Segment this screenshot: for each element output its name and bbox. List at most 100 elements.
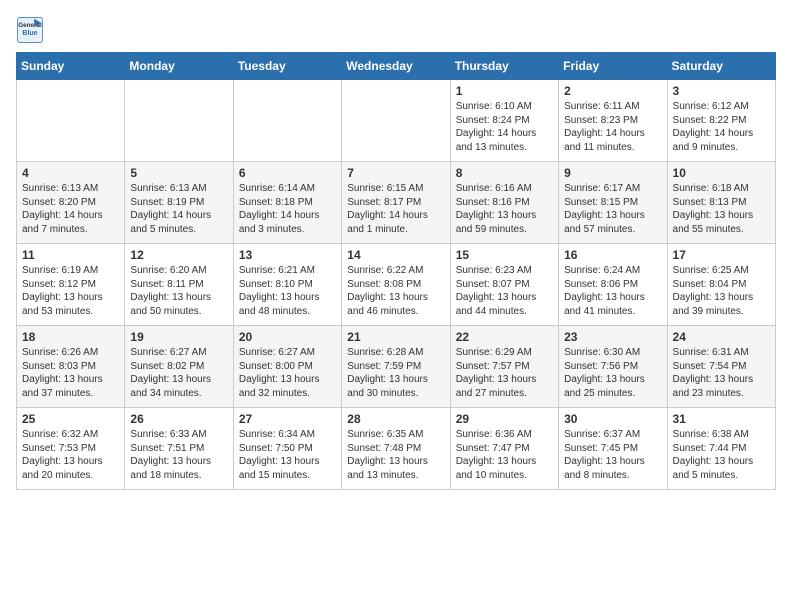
- day-number: 8: [456, 166, 553, 180]
- day-number: 14: [347, 248, 444, 262]
- day-cell: 13Sunrise: 6:21 AM Sunset: 8:10 PM Dayli…: [233, 244, 341, 326]
- day-info: Sunrise: 6:31 AM Sunset: 7:54 PM Dayligh…: [673, 346, 770, 400]
- day-number: 1: [456, 84, 553, 98]
- day-info: Sunrise: 6:27 AM Sunset: 8:00 PM Dayligh…: [239, 346, 336, 400]
- day-cell: 30Sunrise: 6:37 AM Sunset: 7:45 PM Dayli…: [559, 408, 667, 490]
- day-info: Sunrise: 6:18 AM Sunset: 8:13 PM Dayligh…: [673, 182, 770, 236]
- day-number: 6: [239, 166, 336, 180]
- day-cell: 31 Sunrise: 6:38 AM Sunset: 7:44 PM Dayli…: [667, 408, 775, 490]
- day-number: 16: [564, 248, 661, 262]
- header-cell-friday: Friday: [559, 53, 667, 80]
- day-info: Sunrise: 6:15 AM Sunset: 8:17 PM Dayligh…: [347, 182, 444, 236]
- day-number: 21: [347, 330, 444, 344]
- day-info: Sunrise: 6:23 AM Sunset: 8:07 PM Dayligh…: [456, 264, 553, 318]
- day-info: Sunrise: 6:20 AM Sunset: 8:11 PM Dayligh…: [130, 264, 227, 318]
- day-number: 3: [673, 84, 770, 98]
- header-cell-thursday: Thursday: [450, 53, 558, 80]
- day-info: Sunrise: 6:25 AM Sunset: 8:04 PM Dayligh…: [673, 264, 770, 318]
- week-row-2: 4 Sunrise: 6:13 AM Sunset: 8:20 PM Daylig…: [17, 162, 776, 244]
- day-info: Sunrise: 6:26 AM Sunset: 8:03 PM Dayligh…: [22, 346, 119, 400]
- header-cell-saturday: Saturday: [667, 53, 775, 80]
- day-info: Sunrise: 6:14 AM Sunset: 8:18 PM Dayligh…: [239, 182, 336, 236]
- day-number: 29: [456, 412, 553, 426]
- day-number: 18: [22, 330, 119, 344]
- day-info: Sunrise: 6:16 AM Sunset: 8:16 PM Dayligh…: [456, 182, 553, 236]
- day-cell: 4 Sunrise: 6:13 AM Sunset: 8:20 PM Daylig…: [17, 162, 125, 244]
- day-number: 25: [22, 412, 119, 426]
- day-info: Sunrise: 6:22 AM Sunset: 8:08 PM Dayligh…: [347, 264, 444, 318]
- day-number: 13: [239, 248, 336, 262]
- day-info: Sunrise: 6:27 AM Sunset: 8:02 PM Dayligh…: [130, 346, 227, 400]
- day-number: 9: [564, 166, 661, 180]
- calendar-table: SundayMondayTuesdayWednesdayThursdayFrid…: [16, 52, 776, 490]
- header-cell-sunday: Sunday: [17, 53, 125, 80]
- day-cell: 11 Sunrise: 6:19 AM Sunset: 8:12 PM Dayli…: [17, 244, 125, 326]
- day-info: Sunrise: 6:32 AM Sunset: 7:53 PM Dayligh…: [22, 428, 119, 482]
- day-cell: 16 Sunrise: 6:24 AM Sunset: 8:06 PM Dayli…: [559, 244, 667, 326]
- day-info: Sunrise: 6:30 AM Sunset: 7:56 PM Dayligh…: [564, 346, 661, 400]
- day-number: 10: [673, 166, 770, 180]
- day-cell: 22 Sunrise: 6:29 AM Sunset: 7:57 PM Dayli…: [450, 326, 558, 408]
- day-cell: 10 Sunrise: 6:18 AM Sunset: 8:13 PM Dayli…: [667, 162, 775, 244]
- day-number: 5: [130, 166, 227, 180]
- day-number: 15: [456, 248, 553, 262]
- day-info: Sunrise: 6:34 AM Sunset: 7:50 PM Dayligh…: [239, 428, 336, 482]
- day-cell: 27Sunrise: 6:34 AM Sunset: 7:50 PM Dayli…: [233, 408, 341, 490]
- day-number: 30: [564, 412, 661, 426]
- day-cell: 24Sunrise: 6:31 AM Sunset: 7:54 PM Dayli…: [667, 326, 775, 408]
- day-info: Sunrise: 6:10 AM Sunset: 8:24 PM Dayligh…: [456, 100, 553, 154]
- day-number: 11: [22, 248, 119, 262]
- day-cell: 3 Sunrise: 6:12 AM Sunset: 8:22 PM Daylig…: [667, 80, 775, 162]
- day-number: 4: [22, 166, 119, 180]
- day-cell: 2Sunrise: 6:11 AM Sunset: 8:23 PM Daylig…: [559, 80, 667, 162]
- day-number: 26: [130, 412, 227, 426]
- week-row-4: 18 Sunrise: 6:26 AM Sunset: 8:03 PM Dayli…: [17, 326, 776, 408]
- day-cell: 23 Sunrise: 6:30 AM Sunset: 7:56 PM Dayli…: [559, 326, 667, 408]
- day-info: Sunrise: 6:24 AM Sunset: 8:06 PM Dayligh…: [564, 264, 661, 318]
- day-number: 17: [673, 248, 770, 262]
- week-row-3: 11 Sunrise: 6:19 AM Sunset: 8:12 PM Dayli…: [17, 244, 776, 326]
- day-info: Sunrise: 6:13 AM Sunset: 8:20 PM Dayligh…: [22, 182, 119, 236]
- logo-icon: General Blue: [16, 16, 44, 44]
- header-cell-monday: Monday: [125, 53, 233, 80]
- day-cell: 17 Sunrise: 6:25 AM Sunset: 8:04 PM Dayli…: [667, 244, 775, 326]
- day-cell: 29 Sunrise: 6:36 AM Sunset: 7:47 PM Dayli…: [450, 408, 558, 490]
- week-row-1: 1 Sunrise: 6:10 AM Sunset: 8:24 PM Daylig…: [17, 80, 776, 162]
- day-number: 22: [456, 330, 553, 344]
- day-info: Sunrise: 6:19 AM Sunset: 8:12 PM Dayligh…: [22, 264, 119, 318]
- header-cell-tuesday: Tuesday: [233, 53, 341, 80]
- day-cell: [17, 80, 125, 162]
- day-number: 23: [564, 330, 661, 344]
- header-cell-wednesday: Wednesday: [342, 53, 450, 80]
- day-number: 31: [673, 412, 770, 426]
- day-info: Sunrise: 6:38 AM Sunset: 7:44 PM Dayligh…: [673, 428, 770, 482]
- day-cell: 25 Sunrise: 6:32 AM Sunset: 7:53 PM Dayli…: [17, 408, 125, 490]
- day-cell: 6 Sunrise: 6:14 AM Sunset: 8:18 PM Daylig…: [233, 162, 341, 244]
- week-row-5: 25 Sunrise: 6:32 AM Sunset: 7:53 PM Dayli…: [17, 408, 776, 490]
- day-number: 28: [347, 412, 444, 426]
- day-info: Sunrise: 6:35 AM Sunset: 7:48 PM Dayligh…: [347, 428, 444, 482]
- day-info: Sunrise: 6:29 AM Sunset: 7:57 PM Dayligh…: [456, 346, 553, 400]
- day-info: Sunrise: 6:12 AM Sunset: 8:22 PM Dayligh…: [673, 100, 770, 154]
- day-cell: 8 Sunrise: 6:16 AM Sunset: 8:16 PM Daylig…: [450, 162, 558, 244]
- day-cell: 7Sunrise: 6:15 AM Sunset: 8:17 PM Daylig…: [342, 162, 450, 244]
- day-info: Sunrise: 6:36 AM Sunset: 7:47 PM Dayligh…: [456, 428, 553, 482]
- day-cell: 20 Sunrise: 6:27 AM Sunset: 8:00 PM Dayli…: [233, 326, 341, 408]
- day-cell: [342, 80, 450, 162]
- day-cell: 5 Sunrise: 6:13 AM Sunset: 8:19 PM Daylig…: [125, 162, 233, 244]
- day-info: Sunrise: 6:28 AM Sunset: 7:59 PM Dayligh…: [347, 346, 444, 400]
- day-info: Sunrise: 6:17 AM Sunset: 8:15 PM Dayligh…: [564, 182, 661, 236]
- day-cell: 1 Sunrise: 6:10 AM Sunset: 8:24 PM Daylig…: [450, 80, 558, 162]
- day-cell: [125, 80, 233, 162]
- day-cell: 21 Sunrise: 6:28 AM Sunset: 7:59 PM Dayli…: [342, 326, 450, 408]
- calendar-body: 1 Sunrise: 6:10 AM Sunset: 8:24 PM Daylig…: [17, 80, 776, 490]
- day-number: 12: [130, 248, 227, 262]
- day-cell: [233, 80, 341, 162]
- day-cell: 15 Sunrise: 6:23 AM Sunset: 8:07 PM Dayli…: [450, 244, 558, 326]
- day-info: Sunrise: 6:33 AM Sunset: 7:51 PM Dayligh…: [130, 428, 227, 482]
- svg-text:Blue: Blue: [22, 30, 37, 37]
- day-info: Sunrise: 6:13 AM Sunset: 8:19 PM Dayligh…: [130, 182, 227, 236]
- logo: General Blue: [16, 16, 44, 44]
- day-number: 20: [239, 330, 336, 344]
- header-row: SundayMondayTuesdayWednesdayThursdayFrid…: [17, 53, 776, 80]
